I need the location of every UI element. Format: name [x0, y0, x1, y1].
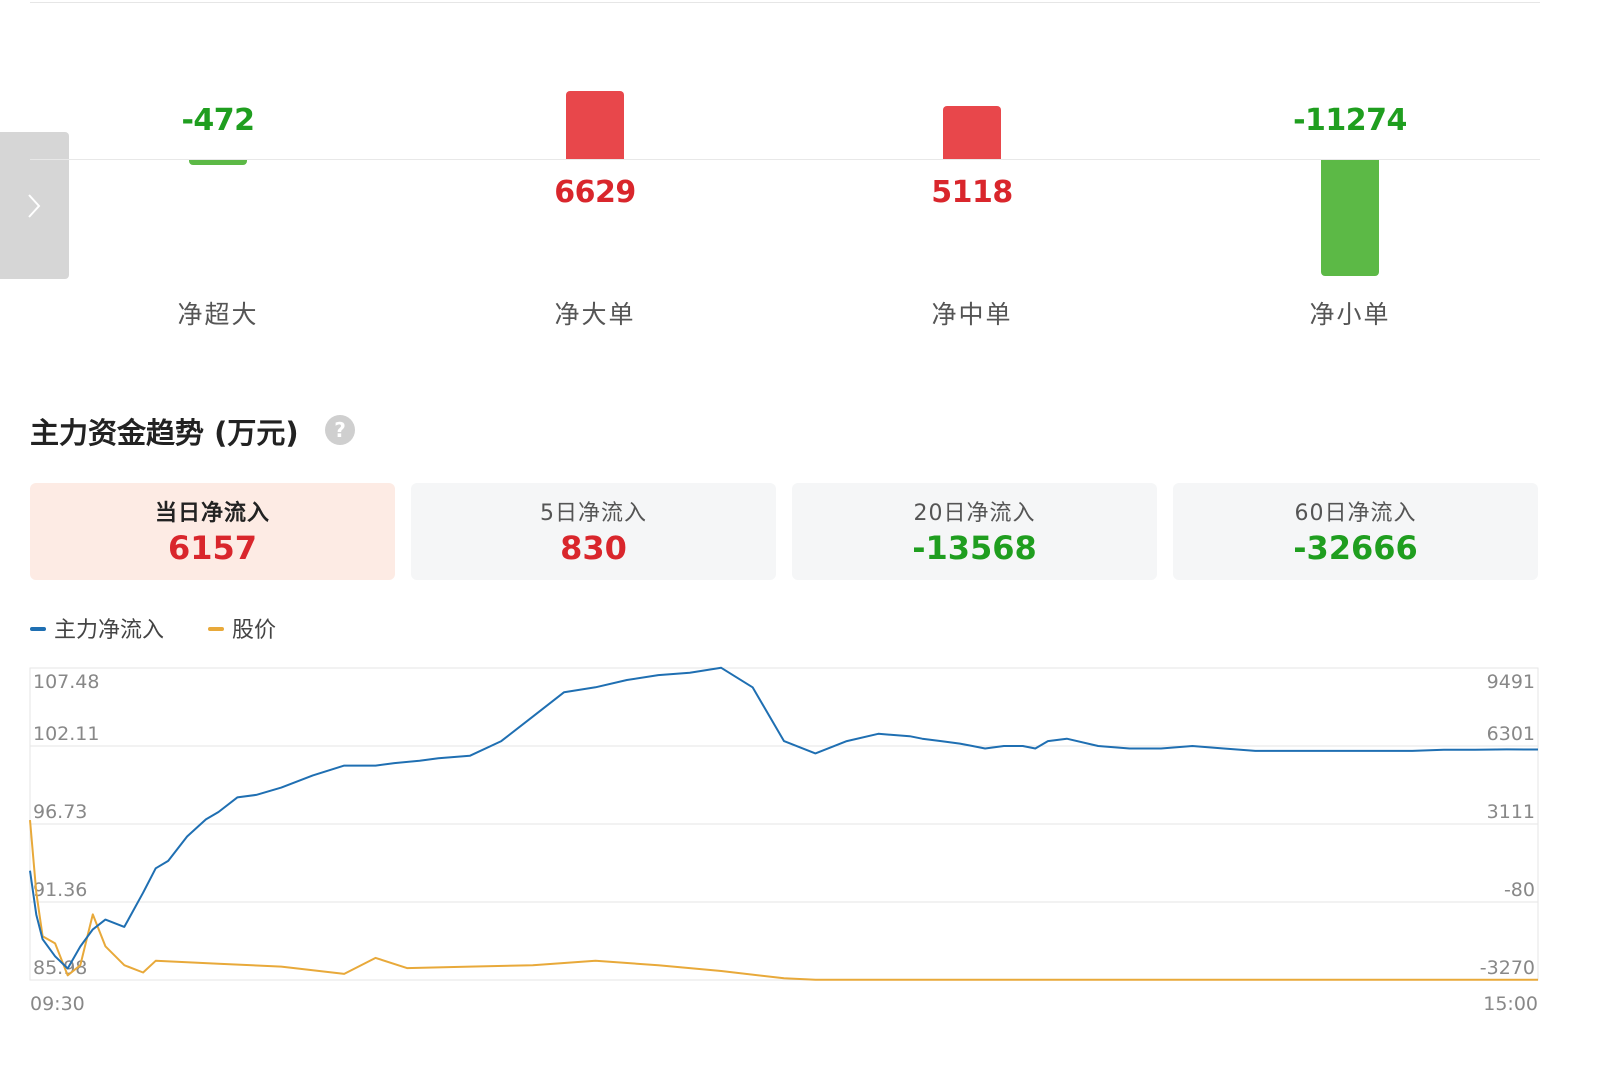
- left-axis-tick: 102.11: [33, 723, 99, 745]
- price-line: [29, 820, 1538, 981]
- flow-bar-value: -11274: [1293, 103, 1407, 138]
- tab-label: 20日净流入: [913, 501, 1036, 526]
- tab-value: 830: [560, 529, 627, 567]
- flow-bar-value: -472: [181, 103, 255, 138]
- flow-bar-label: 净小单: [1309, 300, 1391, 329]
- section-title: 主力资金趋势 (万元): [30, 416, 299, 450]
- left-axis-tick: 107.48: [33, 671, 99, 693]
- right-axis-tick: 6301: [1487, 723, 1535, 745]
- legend-swatch: [208, 627, 224, 631]
- tab-value: -13568: [912, 529, 1037, 567]
- flow-bar-value: 6629: [554, 175, 636, 210]
- legend-label: 主力净流入: [54, 618, 165, 643]
- tab-label: 60日净流入: [1294, 501, 1417, 526]
- flow-bar-label: 净中单: [931, 300, 1013, 329]
- right-axis-tick: 9491: [1487, 671, 1535, 693]
- main-flow-line: [29, 666, 1539, 970]
- period-tabs: 当日净流入 6157 5日净流入 830 20日净流入 -13568 60日净流…: [30, 483, 1540, 580]
- left-axis-tick: 96.73: [33, 801, 87, 823]
- flow-bar-label: 净超大: [177, 300, 259, 329]
- legend-main-flow[interactable]: 主力净流入: [30, 612, 164, 644]
- tab-value: 6157: [167, 529, 258, 567]
- tab-value: -32666: [1293, 529, 1418, 567]
- right-axis-tick: -3270: [1480, 957, 1535, 979]
- net-flow-bars: -472 净超大 6629 净大单 5118 净中单 -11274 净小单: [0, 0, 1600, 340]
- flow-bar-label: 净大单: [554, 300, 636, 329]
- x-axis-tick: 09:30: [30, 993, 85, 1015]
- tab-label: 5日净流入: [540, 501, 647, 526]
- tab-20-day[interactable]: 20日净流入 -13568: [792, 483, 1157, 580]
- legend-label: 股价: [232, 618, 277, 643]
- right-axis-tick: -80: [1504, 879, 1535, 901]
- fund-flow-chart: 107.48 9491102.11 630196.73 311191.36 -8085.…: [29, 666, 1539, 1015]
- flow-bar-value: 5118: [931, 175, 1013, 210]
- flow-bar: [566, 91, 624, 159]
- tab-5-day[interactable]: 5日净流入 830: [411, 483, 776, 580]
- right-axis-tick: 3111: [1487, 801, 1535, 823]
- flow-bar: [1321, 160, 1379, 276]
- flow-bar: [189, 160, 247, 165]
- legend-swatch: [30, 627, 46, 631]
- help-icon[interactable]: ?: [325, 415, 355, 445]
- tab-label: 当日净流入: [154, 501, 270, 526]
- tab-60-day[interactable]: 60日净流入 -32666: [1173, 483, 1538, 580]
- bar-baseline: [30, 159, 1540, 160]
- legend-price[interactable]: 股价: [208, 612, 276, 644]
- left-axis-tick: 91.36: [33, 879, 87, 901]
- x-axis-tick: 15:00: [1483, 993, 1538, 1015]
- flow-bar: [943, 106, 1001, 159]
- tab-today[interactable]: 当日净流入 6157: [30, 483, 395, 580]
